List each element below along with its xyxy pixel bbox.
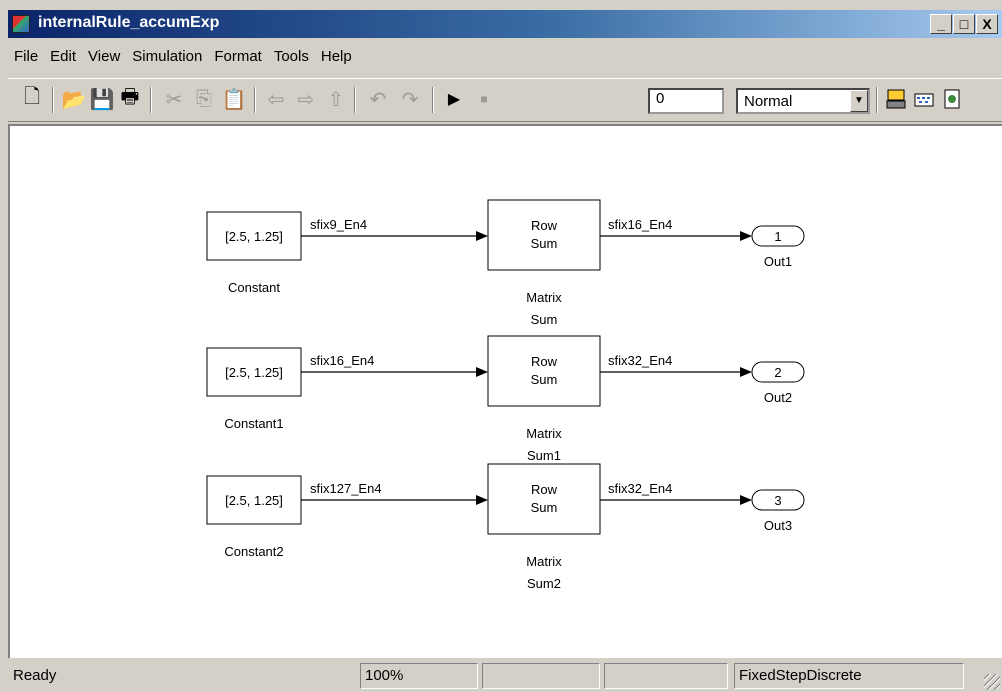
sum-block-label-line1: Row xyxy=(531,218,558,233)
model-canvas[interactable]: [2.5, 1.25] Constant sfix9_En4 Row Sum Matrix… xyxy=(8,124,1002,658)
constant-value: [2.5, 1.25] xyxy=(225,365,283,380)
signal-label-out: sfix32_En4 xyxy=(608,481,672,496)
simulink-model-window: internalRule_accumExp _ □ X File Edit View… xyxy=(0,0,1002,692)
outport-number: 2 xyxy=(774,365,781,380)
sum-block-label-line2: Sum xyxy=(531,372,558,387)
arrow-head-icon xyxy=(476,367,488,377)
save-icon[interactable]: 💾 xyxy=(90,87,115,111)
toolbar-separator xyxy=(150,87,152,113)
menu-help[interactable]: Help xyxy=(315,40,358,74)
constant-block-name: Constant2 xyxy=(224,544,283,559)
menu-format[interactable]: Format xyxy=(208,40,268,74)
print-icon[interactable]: 🖶 xyxy=(118,86,142,111)
sum-block-name-line2: Sum2 xyxy=(527,576,561,591)
sum-block-label-line2: Sum xyxy=(531,500,558,515)
arrow-head-icon xyxy=(476,495,488,505)
sum-block-label-line1: Row xyxy=(531,354,558,369)
arrow-head-icon xyxy=(740,367,752,377)
toolbar-separator xyxy=(876,87,878,113)
copy-icon[interactable]: ⎘ xyxy=(192,87,216,111)
constant-block-name: Constant xyxy=(228,280,280,295)
signal-label-out: sfix32_En4 xyxy=(608,353,672,368)
constant-value: [2.5, 1.25] xyxy=(225,229,283,244)
outport-name: Out1 xyxy=(764,254,792,269)
signal-label-in: sfix9_En4 xyxy=(310,217,367,232)
menu-view[interactable]: View xyxy=(82,40,126,74)
new-file-icon[interactable]: 🗋 xyxy=(20,86,44,111)
paste-icon[interactable]: 📋 xyxy=(222,87,247,111)
sum-block-name-line1: Matrix xyxy=(526,426,562,441)
outport-number: 1 xyxy=(774,229,781,244)
resize-grip[interactable] xyxy=(984,674,1000,690)
block-diagram: [2.5, 1.25] Constant sfix9_En4 Row Sum Matrix… xyxy=(206,199,805,591)
sum-block-name-line1: Matrix xyxy=(526,554,562,569)
sum-block-label-line2: Sum xyxy=(531,236,558,251)
simulation-mode-value: Normal xyxy=(744,93,793,110)
signal-label-out: sfix16_En4 xyxy=(608,217,672,232)
chevron-down-icon[interactable]: ▼ xyxy=(850,90,868,112)
matrix-sum-block[interactable] xyxy=(487,199,601,271)
sum-block-label-line1: Row xyxy=(531,482,558,497)
undo-icon[interactable]: ↶ xyxy=(366,87,390,111)
menu-tools[interactable]: Tools xyxy=(268,40,315,74)
outport-name: Out2 xyxy=(764,390,792,405)
title-bar[interactable]: internalRule_accumExp _ □ X xyxy=(8,10,1002,38)
sum-block-name-line2: Sum1 xyxy=(527,448,561,463)
toolbar-separator xyxy=(254,87,256,113)
open-folder-icon[interactable]: 📂 xyxy=(62,87,87,111)
redo-icon[interactable]: ↷ xyxy=(398,87,422,111)
toolbar: 🗋 📂 💾 🖶 ✂ ⎘ 📋 ⇦ ⇨ ⇧ ↶ ↷ ▶ ■ 0 Normal ▼ xyxy=(8,78,1002,122)
toolbar-separator xyxy=(52,87,54,113)
close-button[interactable]: X xyxy=(976,14,998,34)
menu-bar: File Edit View Simulation Format Tools Help xyxy=(8,40,1002,74)
arrow-head-icon xyxy=(476,231,488,241)
status-cell-empty xyxy=(482,663,600,689)
constant-block-name: Constant1 xyxy=(224,416,283,431)
status-bar: Ready 100% FixedStepDiscrete xyxy=(8,660,1002,692)
arrow-head-icon xyxy=(740,231,752,241)
model-explorer-icon[interactable] xyxy=(940,87,964,111)
minimize-button[interactable]: _ xyxy=(930,14,952,34)
window-title: internalRule_accumExp xyxy=(38,14,220,31)
library-browser-icon[interactable] xyxy=(912,87,936,111)
signal-label-in: sfix127_En4 xyxy=(310,481,382,496)
sum-block-name-line2: Sum xyxy=(531,312,558,327)
cut-icon[interactable]: ✂ xyxy=(162,87,186,111)
status-cell-empty xyxy=(604,663,728,689)
status-text: Ready xyxy=(13,667,57,684)
toolbar-separator xyxy=(432,87,434,113)
build-icon[interactable] xyxy=(884,87,908,111)
up-arrow-icon[interactable]: ⇧ xyxy=(324,87,348,111)
menu-simulation[interactable]: Simulation xyxy=(126,40,208,74)
outport-name: Out3 xyxy=(764,518,792,533)
simulation-mode-select[interactable]: Normal ▼ xyxy=(736,88,870,114)
outport-number: 3 xyxy=(774,493,781,508)
forward-arrow-icon[interactable]: ⇨ xyxy=(294,87,318,111)
solver-name: FixedStepDiscrete xyxy=(734,663,964,689)
back-arrow-icon[interactable]: ⇦ xyxy=(264,87,288,111)
simulink-app-icon[interactable] xyxy=(12,15,30,33)
toolbar-separator xyxy=(354,87,356,113)
stop-time-input[interactable]: 0 xyxy=(648,88,724,114)
arrow-head-icon xyxy=(740,495,752,505)
maximize-button[interactable]: □ xyxy=(953,14,975,34)
matrix-sum-block[interactable] xyxy=(487,463,601,535)
signal-label-in: sfix16_En4 xyxy=(310,353,374,368)
matrix-sum-block[interactable] xyxy=(487,335,601,407)
menu-file[interactable]: File xyxy=(8,40,44,74)
constant-value: [2.5, 1.25] xyxy=(225,493,283,508)
start-simulation-icon[interactable]: ▶ xyxy=(442,87,466,111)
menu-edit[interactable]: Edit xyxy=(44,40,82,74)
zoom-level: 100% xyxy=(360,663,478,689)
sum-block-name-line1: Matrix xyxy=(526,290,562,305)
stop-simulation-icon[interactable]: ■ xyxy=(472,87,496,111)
